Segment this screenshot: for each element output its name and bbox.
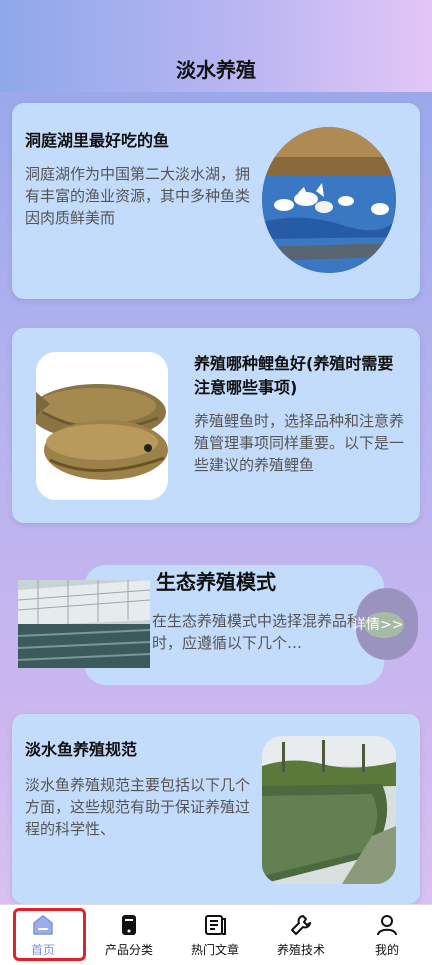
tab-product-categories[interactable]: 产品分类	[86, 905, 172, 965]
swans-lake-image	[262, 127, 396, 273]
tab-label: 养殖技术	[276, 943, 325, 957]
tab-breeding-tech[interactable]: 养殖技术	[258, 905, 344, 965]
wrench-icon	[289, 913, 313, 937]
article-card[interactable]: 洞庭湖里最好吃的鱼 洞庭湖作为中国第二大淡水湖，拥有丰富的渔业资源，其中多种鱼类…	[12, 103, 420, 299]
article-title: 生态养殖模式	[156, 570, 276, 594]
tab-label: 产品分类	[104, 943, 153, 957]
article-icon	[203, 913, 227, 937]
article-title: 洞庭湖里最好吃的鱼	[25, 131, 170, 150]
article-card[interactable]: 淡水鱼养殖规范 淡水鱼养殖规范主要包括以下几个方面，这些规范有助于保证养殖过程的…	[12, 714, 420, 904]
page-title: 淡水养殖	[176, 58, 256, 82]
active-tab-highlight	[13, 908, 86, 961]
fish-pond-image	[262, 736, 396, 884]
user-icon	[375, 913, 399, 937]
article-summary: 养殖鲤鱼时，选择品种和注意养殖管理事项同样重要。以下是一些建议的养殖鲤鱼	[194, 412, 405, 474]
article-title: 养殖哪种鲤鱼好(养殖时需要注意哪些事项)	[194, 354, 394, 397]
tab-mine[interactable]: 我的	[344, 905, 430, 965]
article-summary: 淡水鱼养殖规范主要包括以下几个方面，这些规范有助于保证养殖过程的科学性、	[25, 776, 251, 838]
tab-hot-articles[interactable]: 热门文章	[172, 905, 258, 965]
carp-fish-image	[36, 352, 168, 500]
phone-icon	[117, 913, 141, 937]
tab-label: 我的	[374, 943, 399, 957]
article-title: 淡水鱼养殖规范	[25, 740, 138, 759]
tab-label: 热门文章	[190, 943, 239, 957]
greenhouse-pond-image	[18, 580, 150, 668]
article-summary: 在生态养殖模式中选择混养品种时，应遵循以下几个…	[152, 612, 363, 652]
article-summary: 洞庭湖作为中国第二大淡水湖，拥有丰富的渔业资源，其中多种鱼类因肉质鲜美而	[25, 165, 251, 227]
top-bar: 淡水养殖	[0, 0, 432, 92]
article-card[interactable]: 养殖哪种鲤鱼好(养殖时需要注意哪些事项) 养殖鲤鱼时，选择品种和注意养殖管理事项…	[12, 328, 420, 523]
details-button[interactable]: 详情>>	[352, 614, 403, 634]
